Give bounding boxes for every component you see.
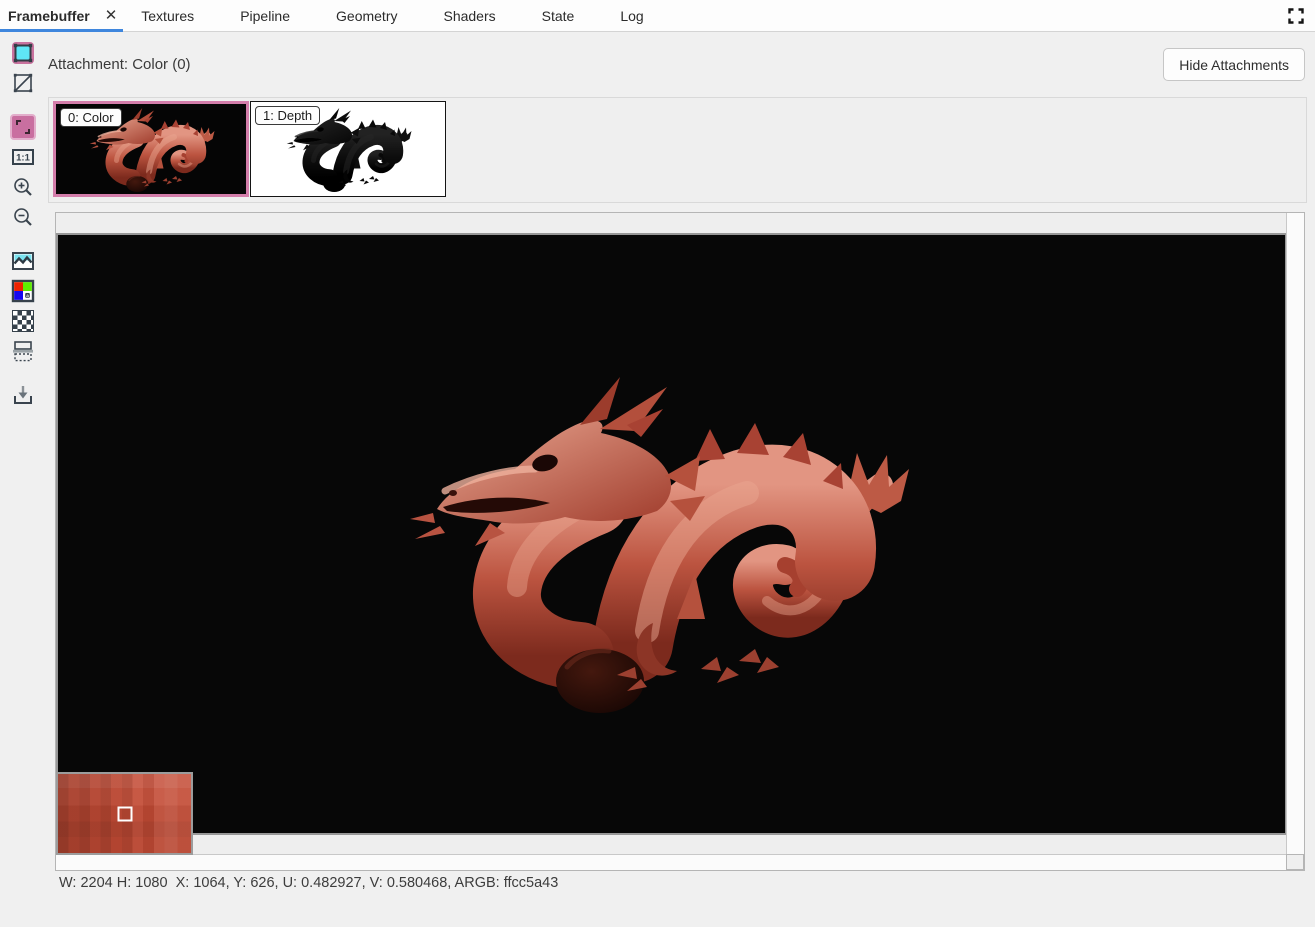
svg-text:1:1: 1:1: [16, 153, 30, 164]
fullscreen-icon[interactable]: [1288, 8, 1304, 24]
framebuffer-image[interactable]: [56, 233, 1287, 835]
texture-border-icon[interactable]: [10, 40, 36, 66]
scrollbar-corner: [1286, 854, 1304, 870]
tab-textures[interactable]: Textures: [141, 8, 194, 24]
attachment-thumbnail-color[interactable]: 0: Color: [53, 101, 249, 197]
tab-bar: Framebuffer ✕ Textures Pipeline Geometry…: [0, 0, 1315, 32]
attachment-badge-color: 0: Color: [60, 108, 122, 127]
pixel-status-readout: W: 2204 H: 1080 X: 1064, Y: 626, U: 0.48…: [59, 875, 558, 891]
hide-attachments-button[interactable]: Hide Attachments: [1163, 48, 1305, 81]
app-window: Framebuffer ✕ Textures Pipeline Geometry…: [0, 0, 1315, 927]
tab-log[interactable]: Log: [620, 8, 643, 24]
tab-framebuffer[interactable]: Framebuffer ✕: [0, 0, 131, 32]
close-tab-icon[interactable]: ✕: [105, 8, 118, 23]
flip-vertical-icon[interactable]: [10, 338, 36, 364]
dragon-render: [395, 361, 915, 721]
tab-pipeline[interactable]: Pipeline: [240, 8, 290, 24]
image-toolbar: 1:1: [0, 38, 45, 410]
svg-text:a: a: [26, 293, 29, 298]
active-tab-underline: [0, 29, 123, 32]
tab-geometry[interactable]: Geometry: [336, 8, 397, 24]
pixel-magnifier: [56, 772, 193, 855]
tab-state[interactable]: State: [542, 8, 575, 24]
magnifier-center-pixel: [117, 806, 132, 821]
one-to-one-zoom-icon[interactable]: 1:1: [10, 144, 36, 170]
attachment-badge-depth: 1: Depth: [255, 106, 320, 125]
no-blend-icon[interactable]: [10, 70, 36, 96]
save-image-icon[interactable]: [10, 382, 36, 408]
fit-to-window-button[interactable]: [10, 114, 36, 140]
horizontal-scrollbar[interactable]: [56, 854, 1288, 870]
rgba-channels-icon[interactable]: a: [10, 278, 36, 304]
zoom-in-icon[interactable]: [10, 174, 36, 200]
zoom-out-icon[interactable]: [10, 204, 36, 230]
attachment-label: Attachment: Color (0): [48, 56, 191, 73]
tab-framebuffer-label: Framebuffer: [8, 8, 90, 24]
attachment-thumbnail-depth[interactable]: 1: Depth: [250, 101, 446, 197]
image-view-icon[interactable]: [10, 248, 36, 274]
alpha-checkerboard-icon[interactable]: [10, 308, 36, 334]
tab-shaders[interactable]: Shaders: [443, 8, 495, 24]
attachments-strip: 0: Color 1: Depth: [48, 97, 1307, 203]
framebuffer-viewport: [55, 212, 1305, 871]
vertical-scrollbar[interactable]: [1286, 213, 1304, 856]
